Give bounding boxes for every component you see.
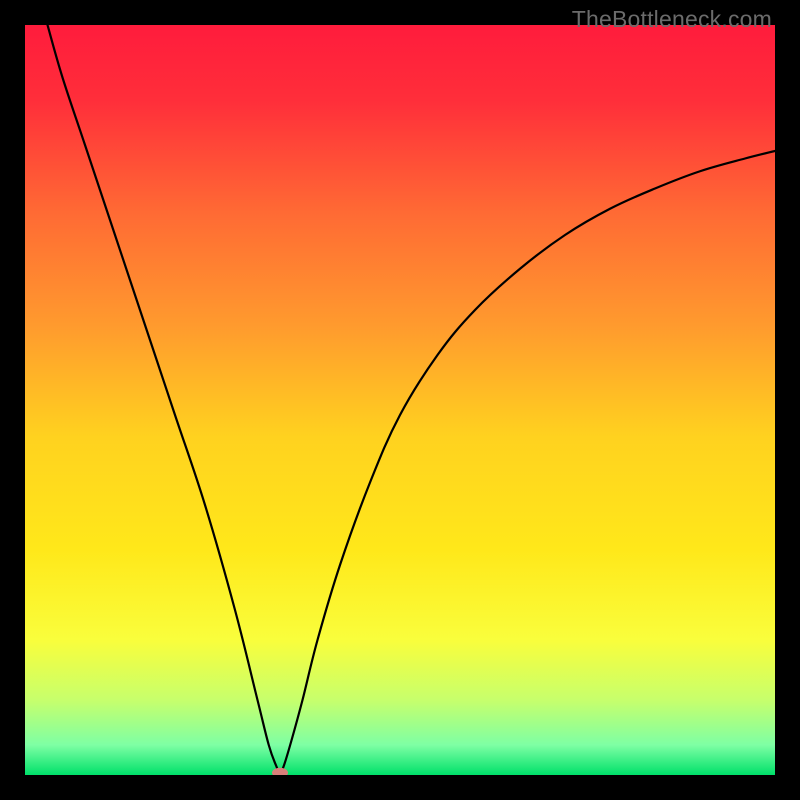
watermark-label: TheBottleneck.com bbox=[572, 6, 772, 33]
chart-frame bbox=[25, 25, 775, 775]
bottleneck-chart bbox=[25, 25, 775, 775]
chart-gradient-bg bbox=[25, 25, 775, 775]
